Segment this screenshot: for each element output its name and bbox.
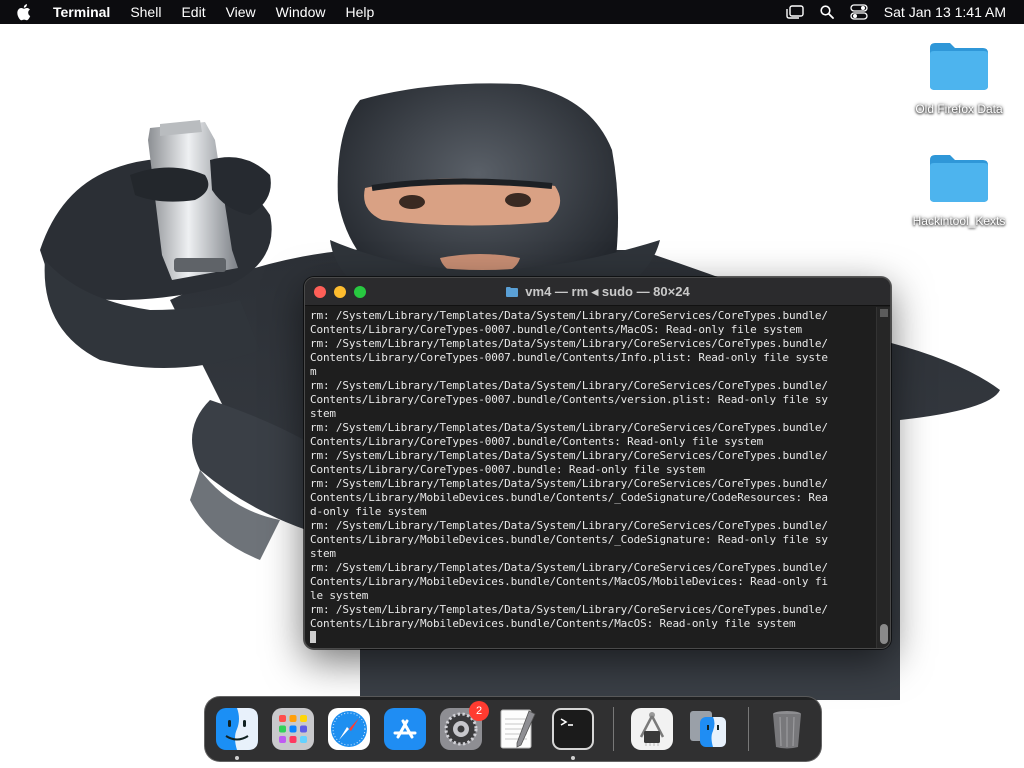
dock-launchpad[interactable] [271, 707, 315, 751]
menu-edit[interactable]: Edit [181, 0, 205, 24]
desktop-icon-label: Old Firefox Data [915, 102, 1003, 116]
desktop-folder-old-firefox-data[interactable]: Old Firefox Data [899, 40, 1019, 116]
running-indicator [235, 756, 239, 760]
terminal-line: rm: /System/Library/Templates/Data/Syste… [310, 337, 828, 350]
dock-safari[interactable] [327, 707, 371, 751]
desktop-folder-hackintool-kexts[interactable]: Hackintool_Kexts [899, 152, 1019, 228]
text-cursor [310, 631, 316, 643]
terminal-scrollbar[interactable] [876, 307, 890, 648]
menu-shell[interactable]: Shell [130, 0, 161, 24]
terminal-line: stem [310, 547, 336, 560]
spotlight-search-icon[interactable] [820, 5, 834, 19]
folder-icon [930, 43, 988, 90]
scrollbar-thumb[interactable] [880, 624, 888, 644]
dock-app-store[interactable] [383, 707, 427, 751]
terminal-output[interactable]: rm: /System/Library/Templates/Data/Syste… [305, 307, 876, 648]
dock-migration-assistant[interactable] [686, 707, 730, 751]
control-center-icon[interactable] [850, 4, 868, 20]
terminal-line: rm: /System/Library/Templates/Data/Syste… [310, 379, 828, 392]
menu-clock[interactable]: Sat Jan 13 1:41 AM [884, 4, 1006, 20]
dock-separator [748, 707, 749, 751]
close-button[interactable] [314, 285, 326, 298]
terminal-line: Contents/Library/MobileDevices.bundle/Co… [310, 617, 796, 630]
migration-assistant-icon [690, 711, 726, 747]
notification-badge: 2 [469, 701, 489, 721]
dock-trash[interactable] [765, 707, 809, 751]
stage-manager-icon[interactable] [786, 5, 804, 19]
dock-textedit[interactable] [495, 707, 539, 751]
terminal-line: rm: /System/Library/Templates/Data/Syste… [310, 309, 828, 322]
apple-menu-icon[interactable] [17, 3, 37, 21]
terminal-line: Contents/Library/CoreTypes-0007.bundle/C… [310, 351, 828, 364]
menu-window[interactable]: Window [276, 0, 326, 24]
terminal-line: le system [310, 589, 369, 602]
menu-help[interactable]: Help [345, 0, 374, 24]
terminal-line: rm: /System/Library/Templates/Data/Syste… [310, 603, 828, 616]
terminal-line: rm: /System/Library/Templates/Data/Syste… [310, 449, 828, 462]
terminal-line: m [310, 365, 317, 378]
terminal-line: rm: /System/Library/Templates/Data/Syste… [310, 561, 828, 574]
running-indicator [571, 756, 575, 760]
zoom-button[interactable] [354, 285, 366, 298]
dock-terminal[interactable] [551, 707, 595, 760]
dock: 2 [204, 696, 822, 762]
terminal-text: rm: /System/Library/Templates/Data/Syste… [310, 309, 876, 631]
safari-icon [328, 708, 370, 750]
app-store-icon [384, 708, 426, 750]
terminal-icon [552, 708, 594, 750]
terminal-window[interactable]: vm4 — rm ◂ sudo — 80×24 rm: /System/Libr… [304, 277, 891, 649]
folder-icon [930, 155, 988, 202]
terminal-title-bar[interactable]: vm4 — rm ◂ sudo — 80×24 [305, 278, 890, 306]
terminal-line: rm: /System/Library/Templates/Data/Syste… [310, 519, 828, 532]
trash-icon [773, 711, 801, 749]
terminal-line: Contents/Library/CoreTypes-0007.bundle/C… [310, 393, 828, 406]
scroll-up-icon[interactable] [880, 309, 888, 317]
terminal-line: Contents/Library/CoreTypes-0007.bundle/C… [310, 323, 802, 336]
launchpad-icon [272, 708, 314, 750]
menu-bar: Terminal Shell Edit View Window Help Sat… [0, 0, 1024, 24]
terminal-line: d-only file system [310, 505, 427, 518]
textedit-icon [500, 709, 536, 749]
terminal-line: rm: /System/Library/Templates/Data/Syste… [310, 421, 828, 434]
app-menu-terminal[interactable]: Terminal [53, 0, 110, 24]
minimize-button[interactable] [334, 285, 346, 298]
terminal-line: Contents/Library/MobileDevices.bundle/Co… [310, 575, 828, 588]
folder-proxy-icon [506, 287, 519, 297]
dock-system-settings[interactable]: 2 [439, 701, 489, 751]
desktop-icon-label: Hackintool_Kexts [912, 214, 1006, 228]
terminal-line: Contents/Library/MobileDevices.bundle/Co… [310, 533, 828, 546]
terminal-line: stem [310, 407, 336, 420]
menu-view[interactable]: View [226, 0, 256, 24]
dock-system-information[interactable] [630, 707, 674, 751]
terminal-line: Contents/Library/MobileDevices.bundle/Co… [310, 491, 828, 504]
terminal-line: Contents/Library/CoreTypes-0007.bundle: … [310, 463, 705, 476]
finder-icon [216, 708, 258, 750]
dock-finder[interactable] [215, 707, 259, 760]
window-controls [314, 285, 374, 298]
system-information-icon [631, 708, 673, 750]
window-title: vm4 — rm ◂ sudo — 80×24 [525, 284, 690, 299]
dock-separator [613, 707, 614, 751]
terminal-line: rm: /System/Library/Templates/Data/Syste… [310, 477, 828, 490]
terminal-line: Contents/Library/CoreTypes-0007.bundle/C… [310, 435, 764, 448]
